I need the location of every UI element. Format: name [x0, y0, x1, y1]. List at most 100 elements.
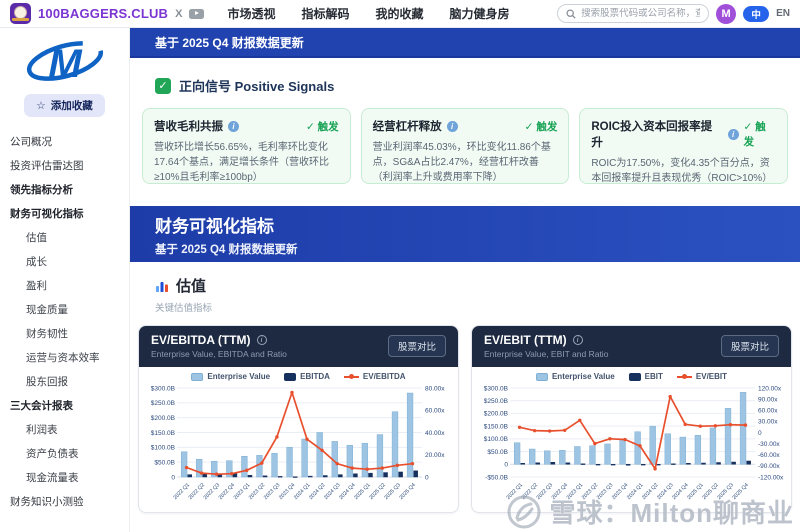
update-banner: 基于 2025 Q4 财报数据更新: [130, 28, 800, 58]
sidebar-item[interactable]: 三大会计报表: [0, 393, 129, 417]
legend-item[interactable]: EV/EBIT: [676, 372, 728, 381]
svg-text:$250.0B: $250.0B: [484, 398, 508, 405]
sidebar-item[interactable]: 投资评估雷达图: [0, 153, 129, 177]
check-icon: ✓: [155, 77, 171, 94]
search-box[interactable]: [557, 4, 710, 23]
bar-chart-icon: [156, 281, 168, 292]
site-logo-icon[interactable]: [10, 3, 31, 24]
legend-label: Enterprise Value: [551, 372, 615, 381]
signal-card-body: 营业利润率45.03%，环比变化11.86个基点，SG&A占比2.47%，经营杠…: [372, 142, 551, 183]
sidebar-item[interactable]: 股东回报: [0, 369, 129, 393]
compare-stocks-button[interactable]: 股票对比: [387, 335, 446, 357]
svg-text:-$50.0B: -$50.0B: [485, 474, 508, 481]
svg-text:2025 Q4: 2025 Q4: [731, 482, 749, 501]
svg-text:40.00x: 40.00x: [425, 430, 445, 437]
signal-card-body: 营收环比增长56.65%，毛利率环比变化17.64个基点，满足增长条件（营收环比…: [154, 142, 330, 183]
lang-toggle-zh[interactable]: 中: [743, 5, 770, 22]
info-icon[interactable]: i: [256, 335, 267, 345]
legend-label: EV/EBIT: [695, 372, 728, 381]
svg-text:$200.0B: $200.0B: [484, 411, 508, 418]
signal-card-title: 经营杠杆释放: [372, 121, 442, 133]
sidebar-item[interactable]: 财务可视化指标: [0, 201, 129, 225]
sidebar-item[interactable]: 财务韧性: [0, 321, 129, 345]
sidebar-item[interactable]: 财务知识小测验: [0, 489, 129, 513]
svg-text:0: 0: [171, 474, 175, 481]
signal-card: ROIC投入资本回报率提升 i ✓ 触发 ROIC为17.50%，变化4.35个百分点…: [579, 108, 789, 184]
nav-item[interactable]: 脑力健身房: [450, 5, 510, 22]
x-twitter-icon[interactable]: X: [175, 8, 182, 20]
chart-title: EV/EBIT (TTM): [484, 333, 567, 347]
info-icon[interactable]: i: [572, 335, 583, 345]
signal-card-title: 营收毛利共振: [154, 121, 223, 133]
lang-toggle-en[interactable]: EN: [776, 8, 790, 19]
legend-item[interactable]: EV/EBITDA: [343, 372, 406, 381]
logo-banner: [12, 18, 29, 21]
svg-text:-60.00x: -60.00x: [758, 452, 780, 459]
nav-item[interactable]: 指标解码: [302, 5, 350, 22]
legend-item[interactable]: EBIT: [628, 372, 663, 381]
svg-text:0: 0: [425, 474, 429, 481]
section-subtitle: 基于 2025 Q4 财报数据更新: [155, 243, 298, 256]
sidebar-item[interactable]: 领先指标分析: [0, 177, 129, 201]
legend-item[interactable]: Enterprise Value: [191, 372, 270, 381]
legend-swatch: [676, 373, 692, 379]
brand-link[interactable]: 100BAGGERS.CLUB: [38, 6, 168, 21]
nav-item[interactable]: 我的收藏: [376, 5, 424, 22]
sidebar-item[interactable]: 运营与资本效率: [0, 345, 129, 369]
svg-text:$250.0B: $250.0B: [151, 400, 175, 407]
search-input[interactable]: [581, 8, 701, 19]
legend-swatch: [284, 372, 297, 381]
svg-text:80.00x: 80.00x: [425, 385, 445, 392]
sidebar-item[interactable]: 资产负债表: [0, 441, 129, 465]
legend-swatch: [535, 372, 548, 381]
svg-text:$150.0B: $150.0B: [151, 430, 175, 437]
legend-label: EBITDA: [300, 372, 330, 381]
sidebar-item[interactable]: 公司概况: [0, 129, 129, 153]
chart-subtitle: Enterprise Value, EBITDA and Ratio: [151, 349, 287, 359]
legend-item[interactable]: EBITDA: [284, 372, 330, 381]
info-icon[interactable]: i: [228, 120, 239, 132]
svg-text:$100.0B: $100.0B: [151, 445, 175, 452]
svg-text:$150.0B: $150.0B: [484, 423, 508, 430]
legend-label: EV/EBITDA: [362, 372, 406, 381]
signal-cards: 营收毛利共振 i ✓ 触发营收环比增长56.65%，毛利率环比变化17.64个基点，…: [142, 108, 789, 184]
svg-text:0: 0: [504, 462, 508, 469]
info-icon[interactable]: i: [446, 120, 458, 132]
compare-stocks-button[interactable]: 股票对比: [720, 335, 779, 357]
svg-text:M: M: [48, 42, 83, 86]
svg-text:20.00x: 20.00x: [425, 452, 445, 459]
legend-item[interactable]: Enterprise Value: [535, 372, 615, 381]
sidebar-list: 公司概况 投资评估雷达图 领先指标分析 财务可视化指标 估值 成长 盈利 现金质量 财务韧性 运营…: [0, 129, 129, 513]
user-avatar[interactable]: M: [716, 3, 737, 24]
info-icon[interactable]: i: [727, 128, 739, 140]
chart-plot: $300.0B $250.0B $200.0B $150.0B $100.0B $50.0…: [484, 385, 784, 501]
signal-card: 营收毛利共振 i ✓ 触发 营收环比增长56.65%，毛利率环比变化17.64个基点，…: [142, 108, 351, 184]
nav-item[interactable]: 市场透视: [227, 5, 275, 22]
svg-text:60.00x: 60.00x: [425, 408, 445, 415]
sidebar-item[interactable]: 利润表: [0, 417, 129, 441]
svg-text:120.00x: 120.00x: [758, 385, 782, 392]
top-nav: 市场透视 指标解码 我的收藏 脑力健身房: [227, 5, 509, 22]
svg-text:$50.0B: $50.0B: [154, 459, 175, 466]
sidebar-item[interactable]: 现金质量: [0, 297, 129, 321]
signal-card-title: ROIC投入资本回报率提升: [591, 121, 713, 149]
chart-legend: Enterprise Value EBITDA EV/EBITDA: [139, 371, 458, 382]
legend-swatch: [343, 373, 359, 379]
sidebar-item[interactable]: 现金流量表: [0, 465, 129, 489]
star-icon: ☆: [36, 99, 46, 112]
svg-text:$300.0B: $300.0B: [151, 385, 175, 392]
svg-text:2025 Q4: 2025 Q4: [398, 482, 416, 501]
triggered-badge: ✓ 触发: [743, 121, 766, 148]
add-favorite-button[interactable]: ☆ 添加收藏: [24, 94, 105, 117]
sidebar-item[interactable]: 盈利: [0, 273, 129, 297]
sidebar-item[interactable]: 估值: [0, 225, 129, 249]
chart-legend: Enterprise Value EBIT EV/EBIT: [472, 371, 791, 382]
chart-title: EV/EBITDA (TTM): [151, 333, 251, 347]
sidebar-item[interactable]: 成长: [0, 249, 129, 273]
svg-text:30.00x: 30.00x: [758, 419, 778, 426]
chart-plot: $300.0B $250.0B $200.0B $150.0B $100.0B $50.0…: [151, 385, 445, 501]
youtube-icon[interactable]: [189, 8, 205, 19]
svg-text:$50.0B: $50.0B: [487, 449, 508, 456]
legend-label: Enterprise Value: [207, 372, 271, 381]
chart-card: EV/EBITDA (TTM) i Enterprise Value, EBITDA…: [138, 325, 459, 513]
